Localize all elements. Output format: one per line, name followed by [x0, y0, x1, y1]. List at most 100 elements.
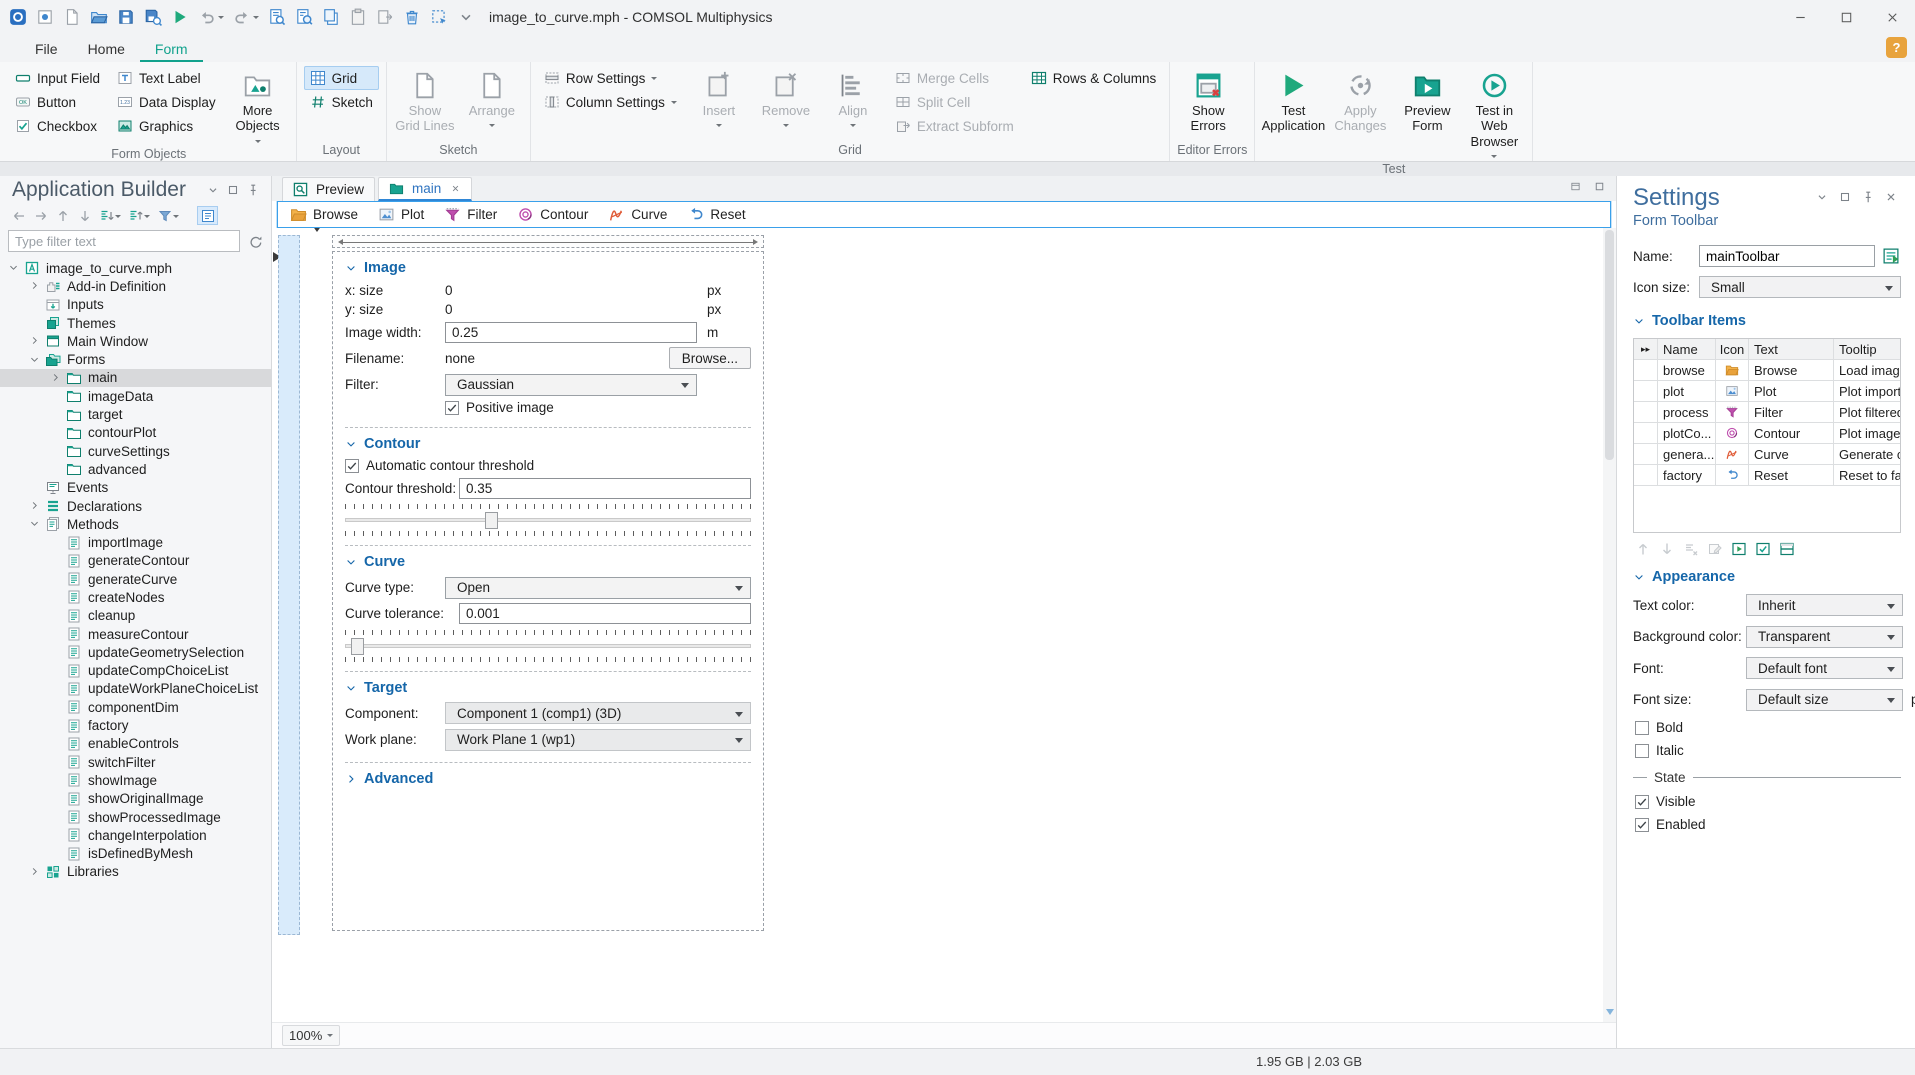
open-folder-icon[interactable]	[89, 8, 108, 27]
ribbon-tab-home[interactable]: Home	[73, 37, 140, 62]
close-icon[interactable]	[450, 183, 461, 194]
save-as-icon[interactable]	[143, 8, 162, 27]
run-icon[interactable]	[170, 8, 189, 27]
delete-icon[interactable]	[402, 8, 421, 27]
tree-item-themes[interactable]: Themes	[0, 314, 271, 332]
column-header-icon[interactable]: Icon	[1716, 339, 1749, 359]
row-selector[interactable]	[1634, 465, 1658, 485]
tree-item-main[interactable]: main	[0, 368, 271, 388]
checkbox[interactable]	[1635, 794, 1649, 809]
column-header-name[interactable]: Name	[1658, 339, 1716, 359]
section-header-image[interactable]: Image	[345, 257, 751, 278]
expand-all-button[interactable]	[96, 206, 124, 225]
up-button[interactable]	[52, 206, 73, 225]
chevron-right-icon[interactable]	[29, 335, 44, 347]
toolbar-chevron-icon[interactable]	[456, 8, 475, 27]
dock-float-icon[interactable]	[1593, 180, 1610, 195]
row-selector[interactable]	[1634, 444, 1658, 464]
section-header-curve[interactable]: Curve	[345, 551, 751, 572]
table-row[interactable]: genera... Curve Generate cur...	[1634, 444, 1900, 465]
tree-item-inputs[interactable]: Inputs	[0, 296, 271, 314]
checkbox[interactable]	[345, 458, 359, 473]
tree-item-curvesettings[interactable]: curveSettings	[0, 442, 271, 460]
tree-item-advanced[interactable]: advanced	[0, 460, 271, 478]
chevron-down-icon[interactable]	[29, 354, 44, 366]
tree-item-measurecontour[interactable]: measureContour	[0, 625, 271, 643]
column-header-text[interactable]: Text	[1749, 339, 1834, 359]
table-row[interactable]: browse Browse Load image...	[1634, 360, 1900, 381]
comsol-logo-icon[interactable]	[8, 8, 27, 27]
new-file-icon[interactable]	[62, 8, 81, 27]
graphics-button[interactable]: Graphics	[111, 114, 222, 138]
form-toolbar-browse-button[interactable]: Browse	[290, 206, 358, 223]
tree-item-createnodes[interactable]: createNodes	[0, 588, 271, 606]
form-toolbar-plot-button[interactable]: Plot	[378, 206, 424, 223]
section-header-contour[interactable]: Contour	[345, 433, 751, 454]
appearance-section-header[interactable]: Appearance	[1633, 569, 1901, 585]
slider-handle[interactable]	[351, 637, 365, 655]
select-frame-icon[interactable]	[429, 8, 448, 27]
zoom-dropdown[interactable]: 100%	[282, 1025, 341, 1046]
app-window-icon[interactable]	[35, 8, 54, 27]
tree-item-componentdim[interactable]: componentDim	[0, 698, 271, 716]
form-toolbar-filter-button[interactable]: Filter	[444, 206, 497, 223]
chevron-right-icon[interactable]	[50, 372, 65, 384]
select-background-color[interactable]: Transparent	[1746, 625, 1903, 648]
dock-minimize-icon[interactable]	[1569, 180, 1586, 195]
tree-item-generatecurve[interactable]: generateCurve	[0, 570, 271, 588]
zoom-doc-icon[interactable]	[294, 8, 313, 27]
section-header-advanced[interactable]: Advanced	[345, 768, 751, 789]
chevron-down-icon[interactable]	[8, 262, 23, 274]
slider-track[interactable]	[345, 518, 751, 522]
tree-item-main-window[interactable]: Main Window	[0, 332, 271, 350]
tree-item-forms[interactable]: Forms	[0, 350, 271, 368]
text-field-curve-tolerance[interactable]	[459, 603, 751, 624]
chevron-down-icon[interactable]	[253, 16, 259, 22]
row-selector[interactable]	[1634, 402, 1658, 422]
input-field-button[interactable]: Input Field	[9, 66, 106, 90]
column-settings-button[interactable]: Column Settings	[538, 90, 683, 114]
table-row[interactable]: plotCo... Contour Plot image c...	[1634, 423, 1900, 444]
add-toggle-item-button[interactable]	[1755, 541, 1772, 557]
select-font-size[interactable]: Default size	[1746, 688, 1903, 711]
tree-item-libraries[interactable]: Libraries	[0, 863, 271, 881]
column-width-handle[interactable]	[332, 235, 764, 248]
text-field-image-width[interactable]	[445, 321, 697, 343]
chevron-right-icon[interactable]	[29, 280, 44, 292]
tree-item-switchfilter[interactable]: switchFilter	[0, 753, 271, 771]
select-text-color[interactable]: Inherit	[1746, 594, 1903, 616]
tree-item-showimage[interactable]: showImage	[0, 771, 271, 789]
selected-grid-column[interactable]	[278, 235, 300, 935]
maximize-button[interactable]	[1823, 0, 1869, 34]
tree-item-changeinterpolation[interactable]: changeInterpolation	[0, 826, 271, 844]
form-toolbar-widget[interactable]: Browse Plot Filter Contour Curve Reset	[276, 200, 1612, 229]
tree-item-imagedata[interactable]: imageData	[0, 387, 271, 405]
dock-float-icon[interactable]	[1838, 190, 1855, 205]
form-toolbar-reset-button[interactable]: Reset	[687, 206, 746, 223]
tree-item-updategeometryselection[interactable]: updateGeometrySelection	[0, 643, 271, 661]
browse-button[interactable]: Browse...	[668, 347, 751, 369]
data-display-button[interactable]: 1.23 Data Display	[111, 90, 222, 114]
tree-item-isdefinedbymesh[interactable]: isDefinedByMesh	[0, 845, 271, 863]
add-separator-button[interactable]	[1779, 541, 1796, 557]
rows-columns-button[interactable]: Rows & Columns	[1025, 66, 1163, 90]
ribbon-tab-file[interactable]: File	[20, 37, 73, 62]
row-settings-button[interactable]: Row Settings	[538, 66, 683, 90]
sketch-button[interactable]: Sketch	[304, 90, 379, 114]
editor-vertical-scrollbar[interactable]	[1603, 228, 1616, 1022]
undo-icon[interactable]	[197, 8, 216, 27]
form-toolbar-curve-button[interactable]: Curve	[608, 206, 667, 223]
chevron-down-icon[interactable]	[29, 518, 44, 530]
dock-close-icon[interactable]	[1884, 190, 1901, 205]
paste-icon[interactable]	[348, 8, 367, 27]
tree-item-image-to-curve-mph[interactable]: image_to_curve.mph	[0, 259, 271, 277]
editor-tab-main[interactable]: main	[378, 177, 473, 201]
minimize-button[interactable]	[1777, 0, 1823, 34]
table-row[interactable]: process Filter Plot filtered i...	[1634, 402, 1900, 423]
close-button[interactable]	[1869, 0, 1915, 34]
select-component[interactable]: Component 1 (comp1) (3D)	[445, 702, 751, 724]
redo-icon[interactable]	[232, 8, 251, 27]
tree-item-factory[interactable]: factory	[0, 716, 271, 734]
tree-item-showprocessedimage[interactable]: showProcessedImage	[0, 808, 271, 826]
collapse-all-button[interactable]	[125, 206, 153, 225]
